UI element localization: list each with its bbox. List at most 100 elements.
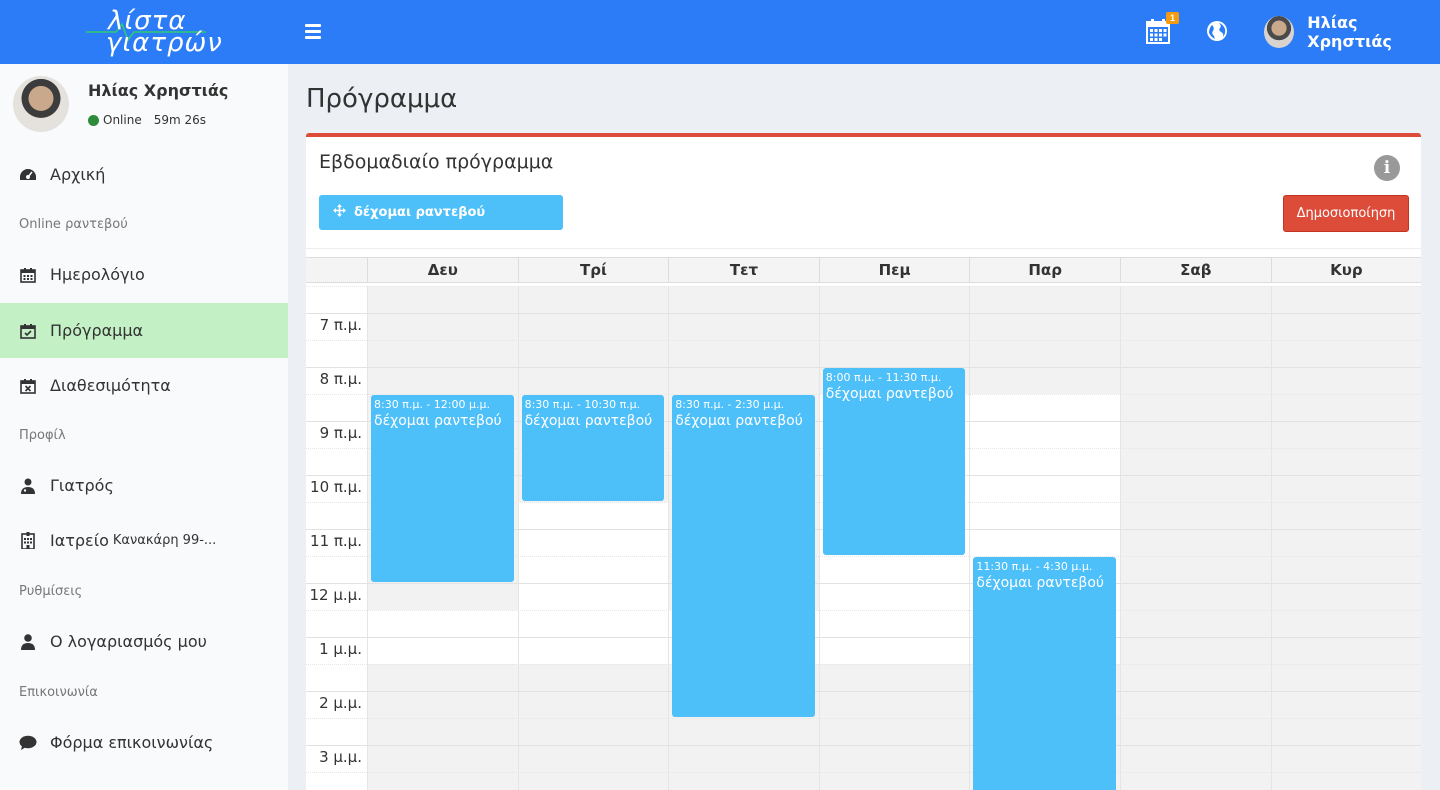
grid-line	[306, 772, 1421, 773]
grid-line	[306, 313, 1421, 314]
day-header-4: Παρ	[969, 258, 1120, 282]
grid-line	[306, 718, 1421, 719]
sidebar-item-account[interactable]: Ο λογαριασμός μου	[0, 614, 288, 669]
time-label: 9 π.μ.	[319, 424, 362, 442]
event-time: 8:30 π.μ. - 10:30 π.μ.	[524, 398, 641, 411]
notification-badge: 1	[1166, 12, 1180, 24]
chat-icon	[19, 734, 37, 752]
nav-section-header: Προφίλ	[19, 428, 66, 443]
day-header-6: Κυρ	[1270, 258, 1421, 282]
online-status-dot-icon	[88, 114, 99, 126]
event-time: 8:30 π.μ. - 12:00 μ.μ.	[374, 398, 490, 411]
calendar-x-icon	[19, 377, 37, 395]
sidebar-item-contact-form[interactable]: Φόρμα επικοινωνίας	[0, 715, 288, 770]
sidebar-item-label: Ημερολόγιο	[50, 265, 145, 284]
event-title: δέχομαι ραντεβού	[675, 413, 803, 429]
move-icon	[333, 204, 346, 221]
event-title: δέχομαι ραντεβού	[976, 575, 1105, 591]
event-time: 8:00 π.μ. - 11:30 π.μ.	[825, 371, 942, 384]
grid-line	[306, 691, 1421, 692]
availability-event[interactable]: 8:30 π.μ. - 2:30 μ.μ. δέχομαι ραντεβού	[672, 395, 815, 717]
event-time: 8:30 π.μ. - 2:30 μ.μ.	[675, 398, 785, 411]
event-time: 11:30 π.μ. - 4:30 μ.μ.	[976, 560, 1093, 573]
weekly-schedule-box: Εβδομαδιαίο πρόγραμμα i δέχομαι ραντεβού…	[306, 133, 1421, 790]
sidebar-user-panel: Ηλίας Χρηστιάς Online 59m 26s	[0, 64, 288, 152]
sidebar-item-doctor[interactable]: Γιατρός	[0, 458, 288, 513]
time-label: 3 μ.μ.	[319, 748, 362, 766]
time-label: 11 π.μ.	[310, 532, 362, 550]
sidebar-item-availability[interactable]: Διαθεσιμότητα	[0, 358, 288, 413]
event-title: δέχομαι ραντεβού	[524, 413, 653, 429]
hospital-icon	[19, 532, 37, 550]
doctor-icon	[19, 477, 37, 495]
grid-line	[306, 610, 1421, 611]
time-label: 10 π.μ.	[310, 478, 362, 496]
sidebar-item-label: Ιατρείο	[50, 531, 109, 550]
sidebar-item-calendar[interactable]: Ημερολόγιο	[0, 247, 288, 302]
sidebar-item-label: Ο λογαριασμός μου	[50, 632, 207, 651]
time-label: 1 μ.μ.	[319, 640, 362, 658]
time-label: 12 μ.μ.	[309, 586, 362, 604]
language-button[interactable]	[1206, 20, 1228, 42]
logo[interactable]: λίστα γιατρών	[0, 0, 288, 64]
time-label: 7 π.μ.	[319, 316, 362, 334]
calendar-day-header: Δευ Τρί Τετ Πεμ Παρ Σαβ Κυρ	[306, 257, 1421, 283]
user-status: Online 59m 26s	[88, 113, 206, 127]
sidebar-item-label: Διαθεσιμότητα	[50, 376, 171, 395]
session-time: 59m 26s	[153, 113, 207, 127]
grid-line	[306, 637, 1421, 638]
sidebar-toggle-button[interactable]	[305, 24, 323, 40]
event-title: δέχομαι ραντεβού	[374, 413, 502, 429]
calendar-time-grid: 7 π.μ. 8 π.μ. 9 π.μ. 10 π.μ. 11 π.μ. 12 μ.μ. 1…	[306, 286, 1421, 790]
availability-event[interactable]: 8:30 π.μ. - 12:00 μ.μ. δέχομαι ραντεβού	[371, 395, 514, 582]
day-header-5: Σαβ	[1120, 258, 1271, 282]
grid-line	[306, 745, 1421, 746]
sidebar: Ηλίας Χρηστιάς Online 59m 26s Αρχική Onl…	[0, 64, 288, 790]
availability-event[interactable]: 8:00 π.μ. - 11:30 π.μ. δέχομαι ραντεβού	[822, 368, 966, 555]
sidebar-item-schedule[interactable]: Πρόγραμμα	[0, 303, 288, 358]
grid-line	[306, 583, 1421, 584]
drag-button-label: δέχομαι ραντεβού	[354, 205, 486, 220]
time-label: 8 π.μ.	[319, 370, 362, 388]
day-header-3: Πεμ	[818, 258, 970, 282]
sidebar-item-label: Πρόγραμμα	[50, 321, 144, 340]
grid-line	[306, 664, 1421, 665]
page-title: Πρόγραμμα	[306, 84, 458, 114]
nav-section-header: Ρυθμίσεις	[19, 584, 83, 599]
sidebar-user-name: Ηλίας Χρηστιάς	[88, 81, 229, 100]
avatar	[13, 76, 69, 132]
day-column[interactable]	[1270, 286, 1421, 790]
sidebar-item-label: Γιατρός	[50, 476, 114, 495]
sidebar-item-sublabel: Κανακάρη 99-...	[112, 533, 217, 548]
user-menu[interactable]: Ηλίας Χρηστιάς	[1264, 13, 1440, 51]
sidebar-item-home[interactable]: Αρχική	[0, 147, 288, 202]
grid-line	[306, 286, 1421, 287]
nav-section-header: Επικοινωνία	[19, 685, 98, 700]
info-icon[interactable]: i	[1374, 155, 1400, 181]
globe-icon	[1207, 21, 1227, 41]
day-column[interactable]	[1120, 286, 1271, 790]
nav-section-header: Online ραντεβού	[19, 217, 128, 232]
dashboard-icon	[19, 166, 37, 184]
sidebar-item-clinic[interactable]: Ιατρείο Κανακάρη 99-...	[0, 513, 288, 568]
event-title: δέχομαι ραντεβού	[825, 386, 954, 402]
grid-line	[306, 340, 1421, 341]
logo-text-line2: γιατρών	[106, 28, 223, 58]
avatar	[1264, 16, 1295, 48]
notifications-calendar-button[interactable]: 1	[1146, 12, 1180, 46]
publish-button[interactable]: Δημοσιοποίηση	[1283, 195, 1409, 232]
availability-event[interactable]: 8:30 π.μ. - 10:30 π.μ. δέχομαι ραντεβού	[521, 395, 665, 501]
calendar-icon	[19, 266, 37, 284]
weekly-calendar: Δευ Τρί Τετ Πεμ Παρ Σαβ Κυρ 7 π.μ. 8 π.μ. 9 π.μ.…	[306, 248, 1421, 790]
day-header-0: Δευ	[367, 258, 518, 282]
user-name: Ηλίας Χρηστιάς	[1307, 13, 1392, 51]
day-header-1: Τρί	[517, 258, 669, 282]
time-label: 2 μ.μ.	[319, 694, 362, 712]
top-navbar: λίστα γιατρών 1 Ηλίας Χρηστιάς	[0, 0, 1440, 64]
draggable-accept-appointments-button[interactable]: δέχομαι ραντεβού	[319, 195, 563, 230]
box-title: Εβδομαδιαίο πρόγραμμα	[319, 151, 554, 173]
status-text: Online	[103, 113, 142, 127]
availability-event[interactable]: 11:30 π.μ. - 4:30 μ.μ. δέχομαι ραντεβού	[973, 557, 1116, 790]
user-icon	[19, 633, 37, 651]
day-header-2: Τετ	[668, 258, 819, 282]
